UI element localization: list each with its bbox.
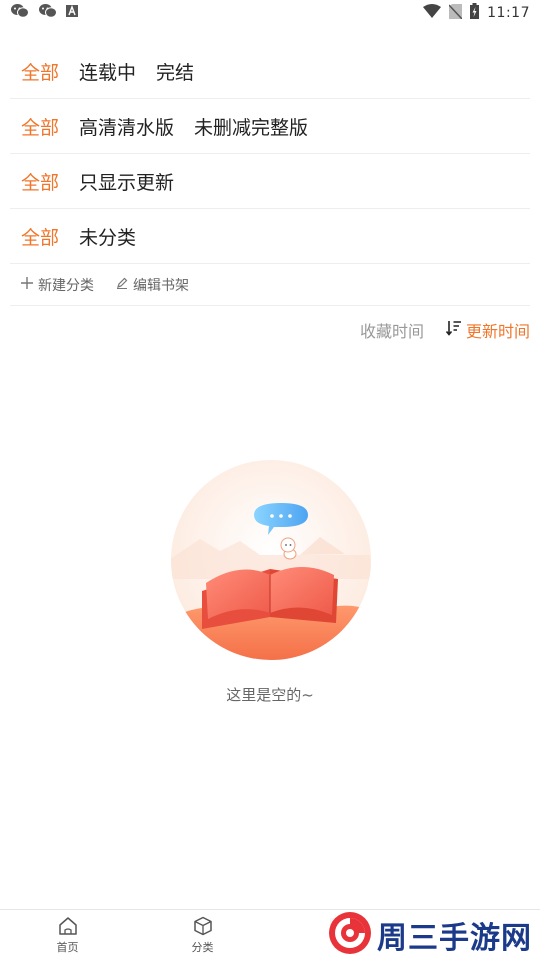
filter-row-version: 全部 高清清水版 未删减完整版 (10, 99, 530, 154)
sort-by-favorite-time[interactable]: 收藏时间 (360, 318, 424, 342)
new-category-button[interactable]: 新建分类 (21, 275, 94, 295)
sort-bar: 收藏时间 更新时间 (360, 318, 530, 342)
filter-option-updated-only[interactable]: 只显示更新 (79, 168, 174, 195)
no-sim-icon (448, 3, 463, 23)
empty-illustration (170, 459, 372, 661)
status-bar: 11:17 (0, 0, 540, 26)
tab-category[interactable]: 分类 (135, 910, 270, 960)
new-category-label: 新建分类 (38, 277, 94, 294)
home-icon (58, 915, 78, 937)
sort-by-update-time[interactable]: 更新时间 (445, 318, 530, 342)
battery-charging-icon (470, 3, 480, 23)
watermark-text: 周三手游网 (377, 921, 532, 956)
watermark: 周三手游网 (323, 912, 532, 958)
filter-option-uncategorized[interactable]: 未分类 (79, 223, 136, 250)
filter-option-all[interactable]: 全部 (21, 223, 59, 250)
filter-panel: 全部 连载中 完结 全部 高清清水版 未删减完整版 全部 只显示更新 全部 未分… (10, 44, 530, 264)
tab-home-label: 首页 (56, 941, 79, 954)
edit-shelf-label: 编辑书架 (133, 277, 189, 294)
app-notification-icon (66, 5, 78, 21)
tab-home[interactable]: 首页 (0, 910, 135, 960)
tab-category-label: 分类 (191, 941, 214, 954)
empty-state-text: 这里是空的~ (226, 686, 314, 704)
filter-row-status: 全部 连载中 完结 (10, 44, 530, 99)
plus-icon (21, 276, 33, 293)
filter-option-uncut[interactable]: 未删减完整版 (194, 113, 308, 140)
shelf-actions: 新建分类 编辑书架 (10, 264, 530, 306)
filter-option-serializing[interactable]: 连载中 (79, 58, 136, 85)
wechat-icon (10, 3, 30, 23)
filter-row-update: 全部 只显示更新 (10, 154, 530, 209)
pencil-icon (116, 277, 128, 293)
status-time: 11:17 (487, 5, 530, 21)
cube-icon (193, 915, 213, 937)
filter-option-hd-clean[interactable]: 高清清水版 (79, 113, 174, 140)
edit-shelf-button[interactable]: 编辑书架 (116, 275, 189, 295)
filter-row-category: 全部 未分类 (10, 209, 530, 264)
status-right: 11:17 (423, 3, 530, 23)
wifi-icon (423, 4, 442, 22)
status-left (10, 3, 78, 23)
sort-update-label: 更新时间 (465, 322, 530, 341)
filter-option-all[interactable]: 全部 (21, 58, 59, 85)
sort-descending-icon (445, 320, 462, 340)
filter-option-all[interactable]: 全部 (21, 168, 59, 195)
filter-option-completed[interactable]: 完结 (156, 58, 194, 85)
wechat-icon (38, 3, 58, 23)
watermark-logo-icon (327, 910, 373, 960)
filter-option-all[interactable]: 全部 (21, 113, 59, 140)
